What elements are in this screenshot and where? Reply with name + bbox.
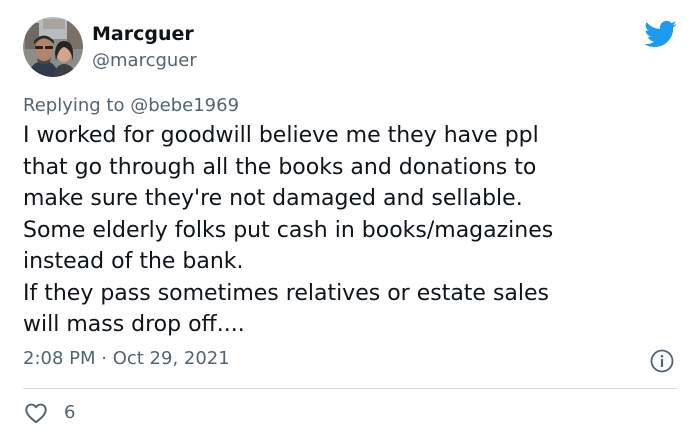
info-icon[interactable] bbox=[649, 348, 675, 374]
reply-handle-link[interactable]: @bebe1969 bbox=[130, 95, 239, 116]
display-name[interactable]: Marcguer bbox=[92, 22, 194, 46]
avatar[interactable] bbox=[23, 17, 83, 77]
user-handle[interactable]: @marcguer bbox=[92, 49, 197, 73]
like-button[interactable]: 6 bbox=[23, 399, 75, 427]
replying-to-label: Replying to bbox=[23, 95, 125, 116]
tweet-text: I worked for goodwill believe me they ha… bbox=[23, 123, 554, 337]
timestamp[interactable]: 2:08 PM · Oct 29, 2021 bbox=[23, 347, 230, 371]
heart-icon bbox=[25, 403, 47, 424]
like-count: 6 bbox=[64, 402, 76, 423]
twitter-bird-icon[interactable] bbox=[643, 17, 677, 51]
replying-to-line: Replying to @bebe1969 bbox=[23, 94, 239, 118]
divider bbox=[23, 388, 677, 389]
